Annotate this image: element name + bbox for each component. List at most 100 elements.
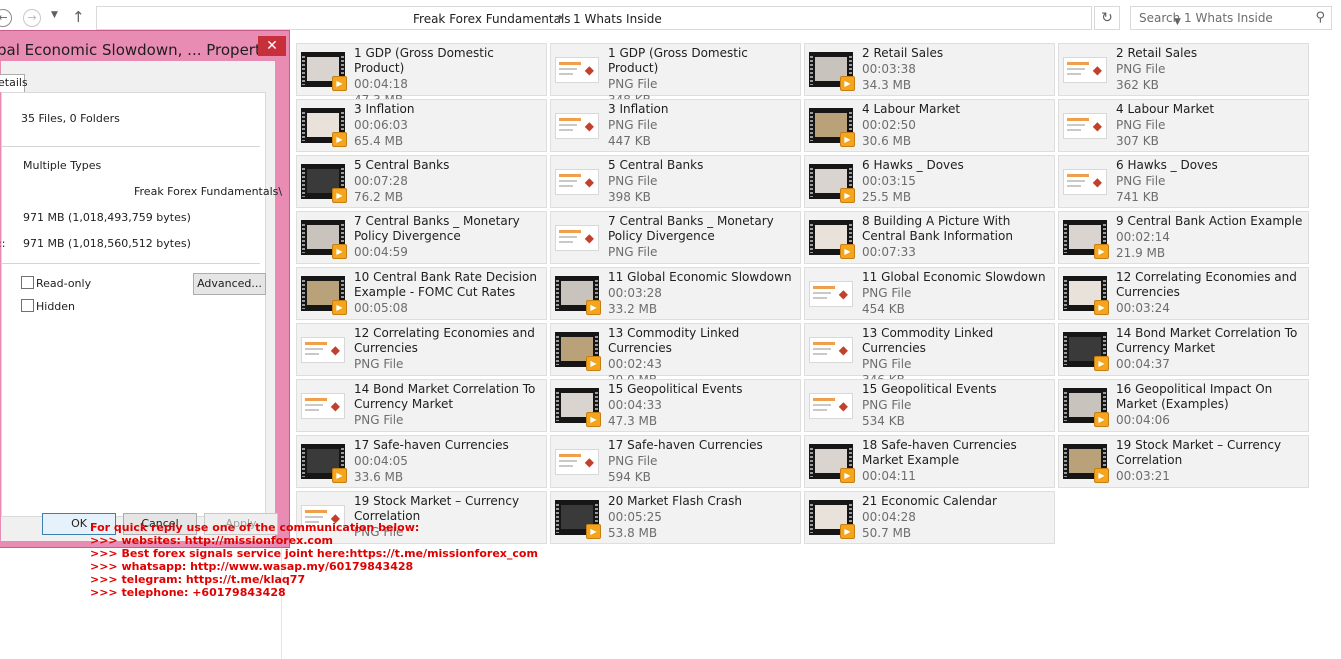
refresh-icon[interactable]: ↻: [1094, 6, 1120, 30]
file-item[interactable]: ▶ 9 Central Bank Action Example 00:02:14 21…: [1058, 211, 1309, 264]
file-item[interactable]: ▶13 Commodity Linked Currencies00:02:432…: [550, 323, 801, 387]
file-duration: 00:03:24: [1116, 301, 1170, 315]
file-item[interactable]: ▶ 7 Central Banks _ Monetary Policy Diver…: [296, 211, 547, 264]
location-value: Freak Forex Fundamentals\: [134, 185, 283, 198]
file-duration: 00:02:14: [1116, 230, 1170, 244]
search-input[interactable]: [1139, 11, 1309, 25]
file-item[interactable]: ▶ 12 Correlating Economies and Currencies…: [1058, 267, 1309, 320]
properties-page: 35 Files, 0 Folders Multiple Types Freak…: [0, 92, 282, 517]
file-item[interactable]: ◆1 GDP (Gross Domestic Product)PNG File3…: [550, 43, 801, 107]
advanced-button[interactable]: Advanced...: [193, 273, 266, 295]
file-item[interactable]: ▶ 17 Safe-haven Currencies 00:04:05 33.6 MB: [296, 435, 547, 488]
file-item[interactable]: ▶1 GDP (Gross Domestic Product)00:04:184…: [296, 43, 547, 107]
thumbnail-icon: ◆: [838, 287, 848, 301]
file-type: PNG File: [1116, 118, 1166, 132]
file-item[interactable]: ▶ 18 Safe-haven Currencies Market Example…: [804, 435, 1055, 488]
play-icon: ▶: [586, 524, 601, 539]
video-thumbnail: ▶: [809, 108, 855, 147]
file-item[interactable]: ▶ 6 Hawks _ Doves 00:03:15 25.5 MB: [804, 155, 1055, 208]
image-thumbnail: ◆: [555, 225, 599, 251]
file-item[interactable]: ▶ 8 Building A Picture With Central Bank …: [804, 211, 1055, 264]
search-box[interactable]: ⚲: [1130, 6, 1332, 30]
play-icon: ▶: [332, 132, 347, 147]
video-thumbnail: ▶: [301, 220, 347, 259]
file-item[interactable]: ◆ 4 Labour Market PNG File 307 KB: [1058, 99, 1309, 152]
file-item[interactable]: ◆13 Commodity Linked CurrenciesPNG File3…: [804, 323, 1055, 387]
address-bar[interactable]: Freak Forex Fundamentals ▸ 1 Whats Insid…: [96, 6, 1181, 30]
readonly-checkbox[interactable]: [21, 276, 34, 289]
file-item[interactable]: ▶ 16 Geopolitical Impact On Market (Examp…: [1058, 379, 1309, 432]
breadcrumb-parent[interactable]: Freak Forex Fundamentals: [413, 12, 571, 26]
properties-dialog: bal Economic Slowdown, ... Properties ✕ …: [0, 30, 290, 548]
image-thumbnail: ◆: [555, 449, 599, 475]
video-thumbnail: ▶: [809, 52, 855, 91]
image-thumbnail: ◆: [809, 393, 853, 419]
play-icon: ▶: [840, 244, 855, 259]
divider: [2, 263, 260, 264]
file-item[interactable]: ◆ 14 Bond Market Correlation To Currency …: [296, 379, 547, 432]
thumbnail-icon: ◆: [1092, 175, 1102, 189]
file-item[interactable]: ▶ 4 Labour Market 00:02:50 30.6 MB: [804, 99, 1055, 152]
file-item[interactable]: ◆ 3 Inflation PNG File 447 KB: [550, 99, 801, 152]
play-icon: ▶: [332, 188, 347, 203]
video-thumbnail: ▶: [809, 500, 855, 539]
file-size: 454 KB: [862, 302, 905, 316]
file-item[interactable]: ◆ 15 Geopolitical Events PNG File 534 KB: [804, 379, 1055, 432]
file-item[interactable]: ▶ 20 Market Flash Crash 00:05:25 53.8 MB: [550, 491, 801, 544]
file-type: PNG File: [608, 118, 658, 132]
video-thumbnail: ▶: [555, 332, 601, 371]
file-item[interactable]: ◆ 6 Hawks _ Doves PNG File 741 KB: [1058, 155, 1309, 208]
overlay-line: >>> telegram: https://t.me/klaq77: [90, 573, 306, 586]
file-item[interactable]: ▶ 14 Bond Market Correlation To Currency …: [1058, 323, 1309, 376]
file-size: 534 KB: [862, 414, 905, 428]
hidden-checkbox[interactable]: [21, 299, 34, 312]
file-item[interactable]: ▶ 11 Global Economic Slowdown 00:03:28 33.2…: [550, 267, 801, 320]
chevron-right-icon[interactable]: ▸: [559, 12, 564, 23]
file-item[interactable]: ◆ 5 Central Banks PNG File 398 KB: [550, 155, 801, 208]
video-thumbnail: ▶: [301, 108, 347, 147]
file-item[interactable]: ▶ 15 Geopolitical Events 00:04:33 47.3 MB: [550, 379, 801, 432]
forward-arrow-icon[interactable]: →: [23, 9, 41, 27]
tab-details[interactable]: etails: [0, 74, 28, 92]
file-duration: 00:03:21: [1116, 469, 1170, 483]
search-icon[interactable]: ⚲: [1315, 10, 1325, 25]
file-item[interactable]: ▶ 5 Central Banks 00:07:28 76.2 MB: [296, 155, 547, 208]
file-name: 18 Safe-haven Currencies Market Example: [862, 438, 1017, 467]
thumbnail-icon: ◆: [584, 231, 594, 245]
file-item[interactable]: ▶ 2 Retail Sales 00:03:38 34.3 MB: [804, 43, 1055, 96]
breadcrumb-current[interactable]: 1 Whats Inside: [573, 12, 662, 26]
file-item[interactable]: ▶ 10 Central Bank Rate Decision Example -…: [296, 267, 547, 320]
file-item[interactable]: ▶ 21 Economic Calendar 00:04:28 50.7 MB: [804, 491, 1055, 544]
file-name: 16 Geopolitical Impact On Market (Exampl…: [1116, 382, 1273, 411]
file-duration: 00:03:15: [862, 174, 916, 188]
file-name: 7 Central Banks _ Monetary Policy Diverg…: [354, 214, 520, 243]
back-arrow-icon[interactable]: ←: [0, 9, 12, 27]
file-name: 9 Central Bank Action Example: [1116, 214, 1303, 228]
overlay-contact-text: For quick reply use one of the communica…: [90, 521, 538, 599]
file-item[interactable]: ▶ 19 Stock Market – Currency Correlation 0…: [1058, 435, 1309, 488]
file-name: 14 Bond Market Correlation To Currency M…: [354, 382, 536, 411]
file-size: 21.9 MB: [1116, 246, 1166, 260]
file-name: 12 Correlating Economies and Currencies: [354, 326, 535, 355]
file-item[interactable]: ◆ 11 Global Economic Slowdown PNG File 454 …: [804, 267, 1055, 320]
file-name: 2 Retail Sales: [862, 46, 944, 60]
file-item[interactable]: ◆ 12 Correlating Economies and Currencies…: [296, 323, 547, 376]
file-duration: 00:05:25: [608, 510, 662, 524]
video-thumbnail: ▶: [1063, 332, 1109, 371]
image-thumbnail: ◆: [301, 337, 345, 363]
close-icon[interactable]: ✕: [258, 36, 286, 56]
file-item[interactable]: ◆ 17 Safe-haven Currencies PNG File 594 KB: [550, 435, 801, 488]
video-thumbnail: ▶: [809, 220, 855, 259]
file-item[interactable]: ◆ 7 Central Banks _ Monetary Policy Diver…: [550, 211, 801, 264]
file-size: 594 KB: [608, 470, 651, 484]
size-value: 971 MB (1,018,493,759 bytes): [23, 211, 191, 224]
file-name: 12 Correlating Economies and Currencies: [1116, 270, 1297, 299]
file-item[interactable]: ◆ 2 Retail Sales PNG File 362 KB: [1058, 43, 1309, 96]
file-item[interactable]: ▶ 3 Inflation 00:06:03 65.4 MB: [296, 99, 547, 152]
play-icon: ▶: [586, 356, 601, 371]
file-name: 13 Commodity Linked Currencies: [862, 326, 994, 355]
file-size: 76.2 MB: [354, 190, 404, 204]
up-arrow-icon[interactable]: ↑: [72, 8, 85, 26]
chevron-down-icon[interactable]: ▼: [51, 10, 58, 20]
file-name: 19 Stock Market – Currency Correlation: [354, 494, 520, 523]
